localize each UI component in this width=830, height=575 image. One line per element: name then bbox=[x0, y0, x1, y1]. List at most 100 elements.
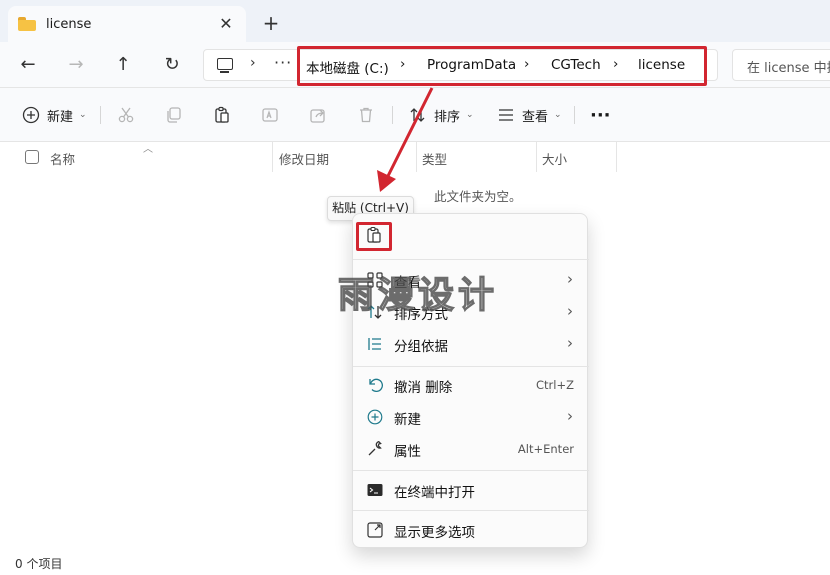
chevron-right-icon: › bbox=[567, 270, 573, 288]
rename-icon bbox=[260, 105, 280, 125]
address-bar[interactable]: › ··· 本地磁盘 (C:) › ProgramData › CGTech ›… bbox=[203, 46, 718, 86]
menu-item-properties[interactable]: 属性 Alt+Enter bbox=[353, 434, 589, 464]
menu-item-label: 在终端中打开 bbox=[394, 485, 475, 501]
delete-button[interactable] bbox=[356, 102, 376, 128]
search-placeholder: 在 license 中搜索 bbox=[747, 61, 830, 76]
menu-divider bbox=[353, 510, 589, 511]
up-button[interactable]: ↑ bbox=[111, 53, 135, 77]
column-divider[interactable] bbox=[416, 142, 417, 172]
navigation-bar: ← → ↑ ↻ › ··· 本地磁盘 (C:) › ProgramData › … bbox=[0, 42, 830, 88]
share-icon bbox=[308, 105, 328, 125]
clipboard-icon bbox=[365, 226, 383, 248]
rename-button[interactable] bbox=[260, 102, 280, 128]
copy-button[interactable] bbox=[164, 102, 184, 128]
grid-view-icon bbox=[366, 271, 384, 289]
this-pc-icon bbox=[216, 58, 234, 74]
breadcrumb-separator: › bbox=[524, 56, 530, 72]
breadcrumb-cgtech[interactable]: CGTech bbox=[551, 57, 601, 73]
terminal-icon bbox=[366, 481, 384, 499]
menu-item-undo-delete[interactable]: 撤消 删除 Ctrl+Z bbox=[353, 370, 589, 400]
chevron-right-icon: › bbox=[567, 302, 573, 320]
menu-item-label: 显示更多选项 bbox=[394, 525, 475, 541]
more-options-button[interactable]: ··· bbox=[590, 102, 611, 128]
scissors-icon bbox=[116, 105, 136, 125]
paste-button[interactable] bbox=[212, 102, 232, 128]
column-modified[interactable]: 修改日期 bbox=[279, 149, 329, 168]
chevron-right-icon: › bbox=[567, 334, 573, 352]
column-header: ︿ 名称 修改日期 类型 大小 bbox=[0, 142, 830, 172]
chevron-down-icon: ⌄ bbox=[554, 110, 562, 120]
status-item-count: 0 个项目 bbox=[15, 557, 63, 571]
sort-label: 排序 bbox=[434, 109, 461, 125]
breadcrumb-programdata[interactable]: ProgramData bbox=[427, 57, 516, 73]
view-button[interactable]: 查看 ⌄ bbox=[496, 102, 562, 128]
new-tab-button[interactable]: + bbox=[260, 12, 282, 34]
menu-item-sort-by[interactable]: 排序方式 › bbox=[353, 297, 589, 327]
context-menu: 查看 › 排序方式 › 分组依据 › 撤消 删除 Ctrl+Z 新建 › 属性 bbox=[352, 213, 589, 548]
new-label: 新建 bbox=[47, 109, 74, 125]
undo-icon bbox=[366, 376, 384, 394]
column-divider[interactable] bbox=[272, 142, 273, 172]
highlight-box-breadcrumb: 本地磁盘 (C:) › ProgramData › CGTech › licen… bbox=[297, 46, 707, 86]
menu-item-label: 查看 bbox=[394, 275, 421, 291]
refresh-button[interactable]: ↻ bbox=[160, 53, 184, 77]
menu-item-label: 新建 bbox=[394, 412, 421, 428]
menu-item-show-more-options[interactable]: 显示更多选项 bbox=[353, 515, 589, 545]
menu-item-view[interactable]: 查看 › bbox=[353, 265, 589, 295]
show-more-icon bbox=[366, 521, 384, 539]
wrench-icon bbox=[366, 440, 384, 458]
divider bbox=[574, 106, 575, 124]
menu-item-label: 属性 bbox=[394, 444, 421, 460]
menu-divider bbox=[353, 366, 589, 367]
breadcrumb-license[interactable]: license bbox=[638, 57, 685, 73]
menu-item-group-by[interactable]: 分组依据 › bbox=[353, 329, 589, 359]
empty-folder-message: 此文件夹为空。 bbox=[434, 189, 522, 204]
chevron-down-icon: ⌄ bbox=[79, 110, 87, 120]
copy-icon bbox=[164, 105, 184, 125]
column-type[interactable]: 类型 bbox=[422, 149, 447, 168]
chevron-right-icon: › bbox=[567, 407, 573, 425]
column-name[interactable]: 名称 bbox=[50, 149, 75, 168]
share-button[interactable] bbox=[308, 102, 328, 128]
plus-circle-icon bbox=[21, 105, 41, 125]
menu-divider bbox=[353, 259, 589, 260]
folder-icon bbox=[18, 17, 36, 31]
view-list-icon bbox=[496, 105, 516, 125]
breadcrumb-overflow-button[interactable]: ··· bbox=[274, 53, 292, 72]
breadcrumb-separator: › bbox=[250, 55, 256, 71]
cut-button[interactable] bbox=[116, 102, 136, 128]
tab-title: license bbox=[46, 16, 92, 32]
group-list-icon bbox=[366, 335, 384, 353]
command-bar: 新建 ⌄ 排序 ⌄ 查看 ⌄ ··· bbox=[0, 88, 830, 142]
column-divider[interactable] bbox=[616, 142, 617, 172]
breadcrumb-separator: › bbox=[400, 56, 406, 72]
shortcut-text: Ctrl+Z bbox=[536, 378, 574, 392]
chevron-down-icon: ⌄ bbox=[466, 110, 474, 120]
sort-arrows-icon bbox=[408, 105, 428, 125]
search-box[interactable]: 在 license 中搜索 bbox=[732, 49, 830, 81]
menu-item-label: 排序方式 bbox=[394, 307, 448, 323]
close-icon[interactable]: ✕ bbox=[216, 14, 236, 34]
column-divider[interactable] bbox=[536, 142, 537, 172]
sort-arrows-icon bbox=[366, 303, 384, 321]
menu-item-label: 撤消 删除 bbox=[394, 380, 453, 396]
select-all-checkbox[interactable] bbox=[25, 150, 39, 164]
menu-item-label: 分组依据 bbox=[394, 339, 448, 355]
shortcut-text: Alt+Enter bbox=[517, 442, 574, 456]
forward-button[interactable]: → bbox=[64, 53, 88, 77]
tab-license[interactable]: license ✕ bbox=[8, 6, 246, 42]
clipboard-icon bbox=[212, 105, 232, 125]
tab-strip: license ✕ + bbox=[0, 0, 830, 42]
menu-item-new[interactable]: 新建 › bbox=[353, 402, 589, 432]
plus-circle-icon bbox=[366, 408, 384, 426]
breadcrumb-local-disk[interactable]: 本地磁盘 (C:) bbox=[306, 57, 389, 77]
menu-item-open-terminal[interactable]: 在终端中打开 bbox=[353, 475, 589, 505]
column-size[interactable]: 大小 bbox=[542, 149, 567, 168]
menu-divider bbox=[353, 470, 589, 471]
breadcrumb-separator: › bbox=[613, 56, 619, 72]
sort-button[interactable]: 排序 ⌄ bbox=[408, 102, 474, 128]
new-button[interactable]: 新建 ⌄ bbox=[21, 102, 87, 128]
sort-ascending-icon: ︿ bbox=[143, 144, 153, 155]
context-paste-button[interactable] bbox=[356, 222, 392, 251]
back-button[interactable]: ← bbox=[16, 53, 40, 77]
